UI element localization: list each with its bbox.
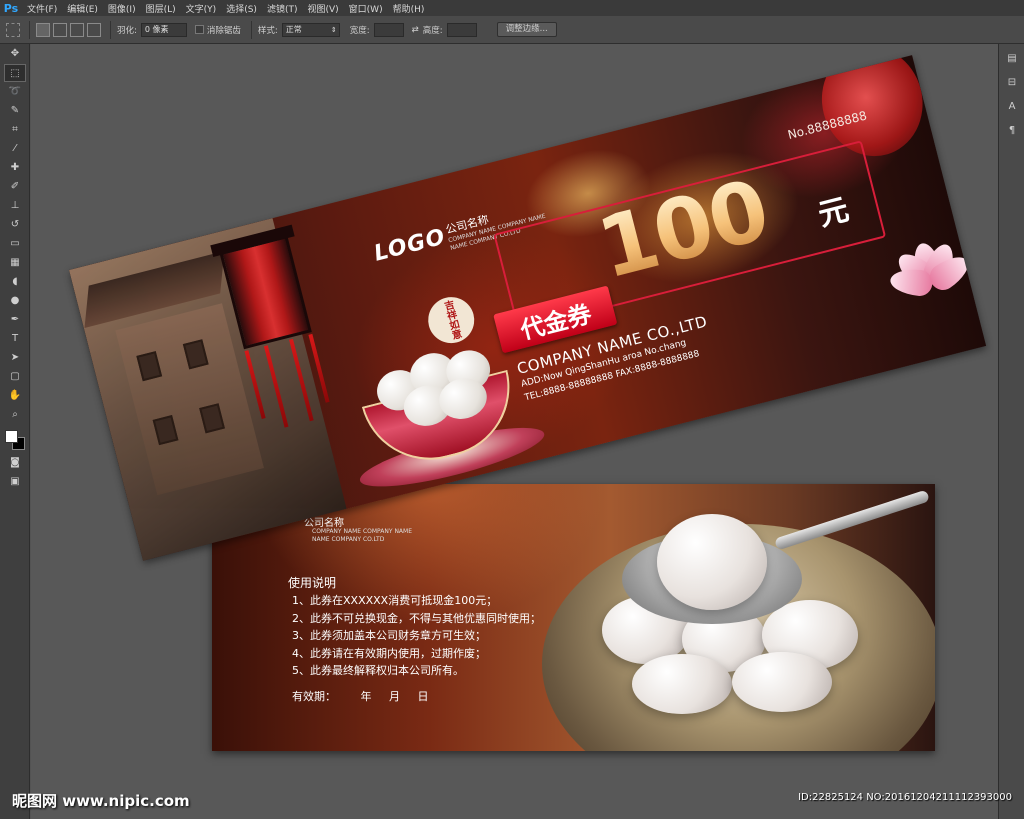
watermark-id: ID:22825124 NO:20161204211112393000: [798, 792, 1012, 803]
usage-title: 使用说明: [288, 576, 337, 590]
quick-select-tool-icon[interactable]: ✎: [4, 102, 26, 120]
tools-panel: ✥ ⬚ ➰ ✎ ⌗ ⁄ ✚ ✐ ⊥ ↺ ▭ ▦ ◖ ● ✒ T ➤ ▢ ✋ ⌕ …: [0, 44, 30, 819]
healing-tool-icon[interactable]: ✚: [4, 159, 26, 177]
zoom-tool-icon[interactable]: ⌕: [4, 406, 26, 424]
pen-tool-icon[interactable]: ✒: [4, 311, 26, 329]
stamp-tool-icon[interactable]: ⊥: [4, 197, 26, 215]
spoon-handle: [774, 489, 930, 551]
refine-edge-button[interactable]: 调整边缘...: [496, 22, 557, 37]
divider: [250, 20, 252, 39]
menu-bar: Ps 文件(F) 编辑(E) 图像(I) 图层(L) 文字(Y) 选择(S) 滤…: [0, 0, 1024, 16]
menu-view[interactable]: 视图(V): [302, 2, 343, 15]
gradient-tool-icon[interactable]: ▦: [4, 254, 26, 272]
watermark-site: 昵图网 www.nipic.com: [12, 792, 190, 810]
menu-layer[interactable]: 图层(L): [141, 2, 181, 15]
eyedropper-tool-icon[interactable]: ⁄: [4, 140, 26, 158]
shape-tool-icon[interactable]: ▢: [4, 368, 26, 386]
feather-input[interactable]: 0 像素: [140, 22, 187, 37]
lasso-tool-icon[interactable]: ➰: [4, 83, 26, 101]
back-company-name-en: COMPANY NAME COMPANY NAME NAME COMPANY C…: [312, 528, 412, 544]
menu-type[interactable]: 文字(Y): [181, 2, 222, 15]
building-window: [182, 339, 209, 370]
foreground-color[interactable]: [5, 430, 18, 443]
usage-rule: 4、此券请在有效期内使用，过期作废；: [292, 646, 486, 660]
dodge-tool-icon[interactable]: ●: [4, 292, 26, 310]
building-window: [152, 415, 179, 446]
screen-mode-icon[interactable]: ▣: [4, 473, 26, 491]
color-swatches[interactable]: [3, 428, 27, 450]
front-logo: LOGO: [371, 224, 449, 267]
width-input[interactable]: [373, 22, 404, 37]
voucher-back: 公司名称 COMPANY NAME COMPANY NAME NAME COMP…: [212, 484, 935, 751]
properties-panel-icon[interactable]: ⊟: [1003, 74, 1021, 92]
brush-tool-icon[interactable]: ✐: [4, 178, 26, 196]
width-label: 宽度:: [349, 25, 370, 36]
usage-rules: 1、此券在XXXXXX消费可抵现金100元； 2、此券不可兑换现金，不得与其他优…: [292, 592, 541, 680]
blur-tool-icon[interactable]: ◖: [4, 273, 26, 291]
back-company-en-line-2: NAME COMPANY CO.LTD: [312, 536, 385, 543]
antialias-checkbox[interactable]: [194, 25, 204, 34]
validity-date: 有效期： 年 月 日: [292, 690, 429, 703]
tangyuan-ball: [732, 652, 832, 712]
feather-label: 羽化:: [117, 25, 137, 36]
character-panel-icon[interactable]: A: [1003, 98, 1021, 116]
menu-filter[interactable]: 滤镜(T): [262, 2, 303, 15]
intersect-selection-icon[interactable]: [87, 22, 101, 37]
crop-tool-icon[interactable]: ⌗: [4, 121, 26, 139]
document-canvas[interactable]: 公司名称 COMPANY NAME COMPANY NAME NAME COMP…: [31, 44, 998, 819]
move-tool-icon[interactable]: ✥: [4, 45, 26, 63]
building-window: [199, 403, 225, 434]
path-select-tool-icon[interactable]: ➤: [4, 349, 26, 367]
usage-rule: 3、此券须加盖本公司财务章方可生效；: [292, 629, 486, 642]
back-company-en-line-1: COMPANY NAME COMPANY NAME: [312, 528, 413, 535]
history-brush-icon[interactable]: ↺: [4, 216, 26, 234]
new-selection-icon[interactable]: [36, 22, 50, 37]
divider: [29, 20, 30, 39]
hand-tool-icon[interactable]: ✋: [4, 387, 26, 405]
subtract-selection-icon[interactable]: [70, 22, 84, 37]
options-bar: 羽化: 0 像素 消除锯齿 样式: 正常 宽度: ⇄ 高度: 调整边缘...: [0, 16, 1024, 44]
menu-edit[interactable]: 编辑(E): [62, 2, 103, 15]
marquee-tool-icon[interactable]: ⬚: [4, 64, 26, 82]
menu-select[interactable]: 选择(S): [221, 2, 262, 15]
building-window: [136, 351, 163, 382]
swap-icon[interactable]: ⇄: [412, 25, 419, 35]
lotus-petal: [889, 267, 934, 298]
menu-file[interactable]: 文件(F): [22, 2, 62, 15]
style-select[interactable]: 正常: [281, 22, 340, 37]
paragraph-panel-icon[interactable]: ¶: [1003, 122, 1021, 140]
height-label: 高度:: [422, 25, 443, 36]
eraser-tool-icon[interactable]: ▭: [4, 235, 26, 253]
quick-mask-icon[interactable]: ◙: [4, 454, 26, 472]
history-panel-icon[interactable]: ▤: [1003, 50, 1021, 68]
divider: [110, 20, 111, 39]
add-selection-icon[interactable]: [53, 22, 67, 37]
menu-help[interactable]: 帮助(H): [388, 2, 430, 15]
type-tool-icon[interactable]: T: [4, 330, 26, 348]
antialias-label: 消除锯齿: [206, 25, 241, 36]
usage-rule: 5、此券最终解释权归本公司所有。: [292, 664, 464, 677]
height-input[interactable]: [446, 22, 477, 37]
menu-image[interactable]: 图像(I): [103, 2, 141, 15]
marquee-tool-preset-icon[interactable]: [6, 22, 20, 37]
style-label: 样式:: [257, 25, 278, 36]
usage-rule: 1、此券在XXXXXX消费可抵现金100元；: [292, 594, 498, 607]
photoshop-logo: Ps: [3, 1, 19, 15]
panel-strip: ▤ ⊟ A ¶: [998, 44, 1024, 819]
menu-window[interactable]: 窗口(W): [344, 2, 388, 15]
auspicious-stamp: 吉祥如意: [423, 292, 480, 349]
tangyuan-ball-on-spoon: [657, 514, 767, 610]
tangyuan-ball: [632, 654, 732, 714]
usage-rule: 2、此券不可兑换现金，不得与其他优惠同时使用；: [292, 611, 541, 625]
